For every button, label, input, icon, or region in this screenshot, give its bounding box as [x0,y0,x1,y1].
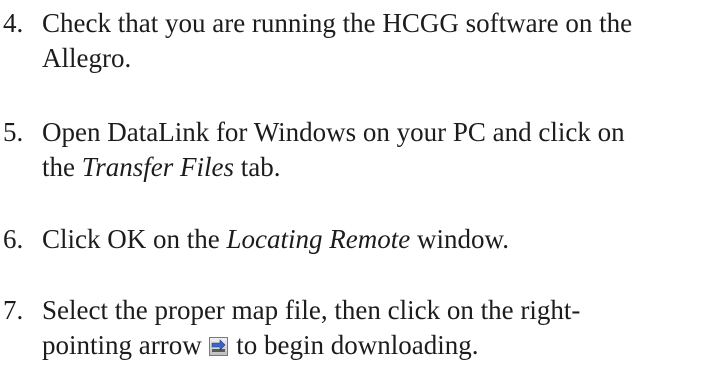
right-arrow-download-icon [209,337,229,356]
emphasized-term: Transfer Files [81,152,235,182]
instruction-list: 4. Check that you are running the HCGG s… [0,0,722,389]
step-line: Select the proper map file, then click o… [42,295,581,325]
text-run: pointing arrow [42,330,209,360]
step-line: Check that you are running the HCGG soft… [42,8,633,38]
step-text: Open DataLink for Windows on your PC and… [42,115,722,185]
text-run: window. [410,224,509,254]
step-number: 4. [3,8,24,38]
step-text: Select the proper map file, then click o… [42,293,722,363]
step-number: 6. [3,224,24,254]
step-text: Check that you are running the HCGG soft… [42,6,722,76]
emphasized-term: Locating Remote [226,224,411,254]
text-run: tab. [234,152,281,182]
step-line: Click OK on the Locating Remote window. [42,222,722,257]
text-run: to begin downloading. [229,330,479,360]
step-text: Click OK on the Locating Remote window. [42,222,722,257]
text-run: the [42,152,82,182]
step-line: Open DataLink for Windows on your PC and… [42,117,625,147]
step-number: 5. [3,117,24,147]
step-number: 7. [3,295,24,325]
step-line: Allegro. [42,43,132,73]
text-run: Click OK on the [42,224,227,254]
step-line: pointing arrow to begin downloading. [42,328,722,363]
step-line: the Transfer Files tab. [42,150,722,185]
